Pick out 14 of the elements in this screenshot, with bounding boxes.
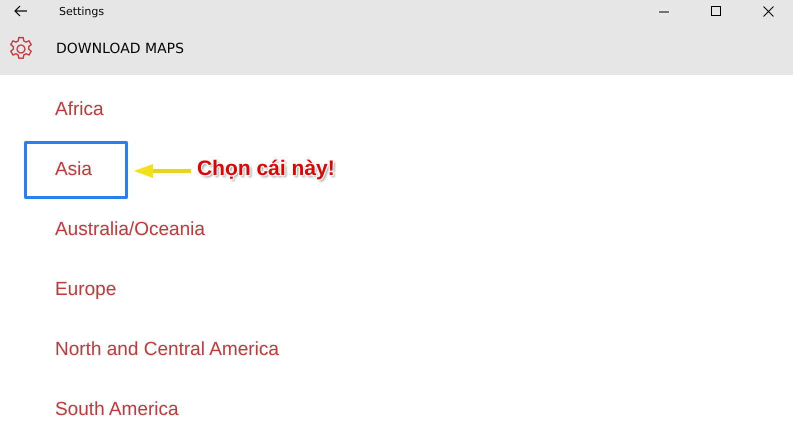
annotation-text: Chọn cái này! — [197, 157, 335, 181]
page-heading: DOWNLOAD MAPS — [56, 40, 184, 56]
region-link[interactable]: Europe — [24, 261, 128, 319]
arrow-icon — [133, 163, 191, 179]
region-link[interactable]: Africa — [24, 81, 128, 139]
region-link[interactable]: North and Central America — [24, 321, 282, 379]
settings-icon — [8, 36, 34, 62]
region-link[interactable]: South America — [24, 381, 182, 435]
region-link[interactable]: Australia/Oceania — [24, 201, 208, 259]
region-link[interactable]: Asia — [24, 141, 128, 199]
maximize-icon[interactable] — [711, 6, 722, 16]
back-icon[interactable] — [14, 5, 28, 17]
window-title: Settings — [59, 4, 104, 18]
close-icon[interactable] — [763, 6, 774, 16]
